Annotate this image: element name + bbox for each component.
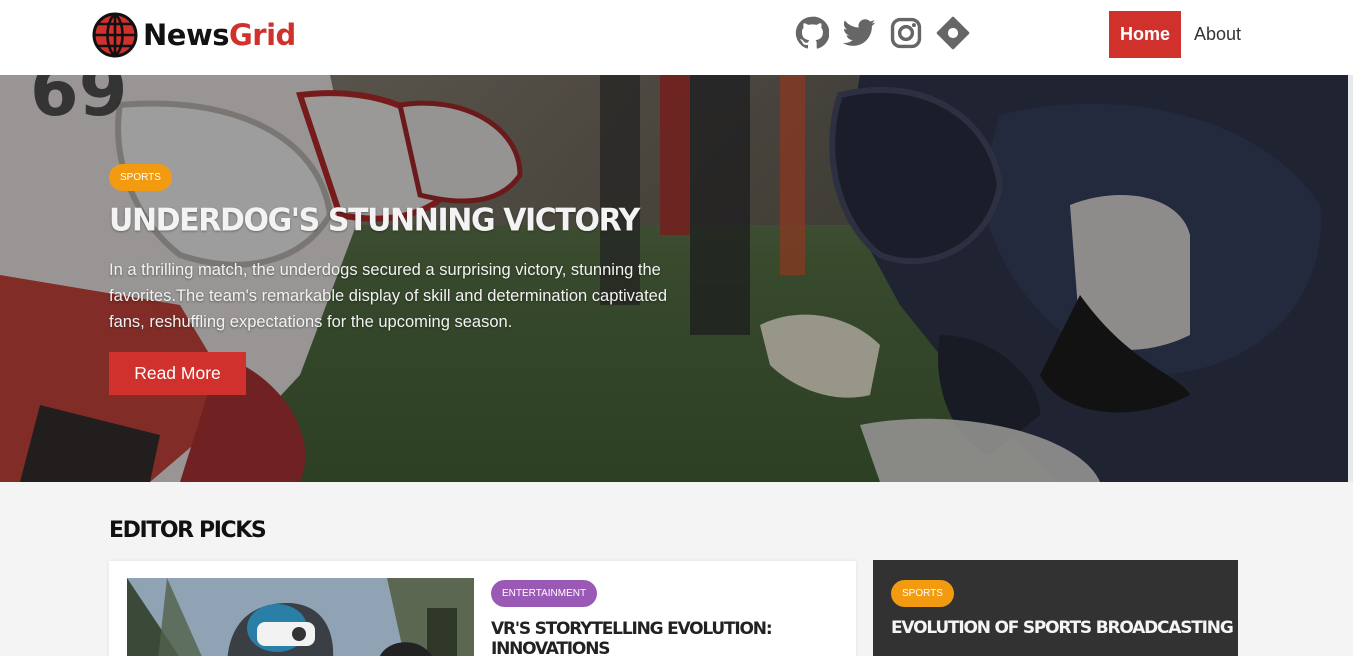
site-header: NewsGrid Home About (0, 0, 1353, 75)
social-links (794, 15, 971, 51)
hero-title: UNDERDOG'S STUNNING VICTORY (109, 202, 640, 239)
hero-description: In a thrilling match, the underdogs secu… (109, 261, 668, 331)
featured-pick-card[interactable]: ENTERTAINMENT VR'S STORYTELLING EVOLUTIO… (109, 561, 856, 656)
nav-about[interactable]: About (1194, 24, 1241, 45)
github-icon (795, 16, 829, 49)
side-pick-category[interactable]: SPORTS (891, 580, 954, 607)
side-pick-card[interactable]: SPORTS EVOLUTION OF SPORTS BROADCASTING (873, 560, 1238, 656)
site-logo[interactable]: NewsGrid (92, 12, 296, 58)
github-link[interactable] (794, 15, 830, 51)
read-more-button[interactable]: Read More (109, 352, 246, 395)
side-pick-title[interactable]: EVOLUTION OF SPORTS BROADCASTING (891, 618, 1234, 638)
twitter-icon (842, 19, 876, 46)
instagram-link[interactable] (888, 15, 924, 51)
nav-home[interactable]: Home (1109, 11, 1181, 58)
featured-pick-image (127, 578, 474, 656)
site-name-part2: Grid (229, 18, 296, 52)
editor-picks-heading: EDITOR PICKS (109, 518, 267, 543)
location-icon (936, 16, 970, 50)
globe-icon (92, 12, 138, 58)
featured-pick-title[interactable]: VR'S STORYTELLING EVOLUTION: INNOVATIONS (491, 619, 856, 656)
site-name: NewsGrid (143, 18, 296, 52)
site-name-part1: News (143, 18, 230, 52)
main-nav: Home About (1109, 11, 1241, 58)
hero-category-badge[interactable]: SPORTS (109, 164, 172, 191)
page-scrollbar[interactable] (1348, 75, 1353, 482)
instagram-icon (890, 17, 922, 49)
featured-pick-category[interactable]: ENTERTAINMENT (491, 580, 598, 607)
twitter-link[interactable] (841, 15, 877, 51)
location-link[interactable] (935, 15, 971, 51)
